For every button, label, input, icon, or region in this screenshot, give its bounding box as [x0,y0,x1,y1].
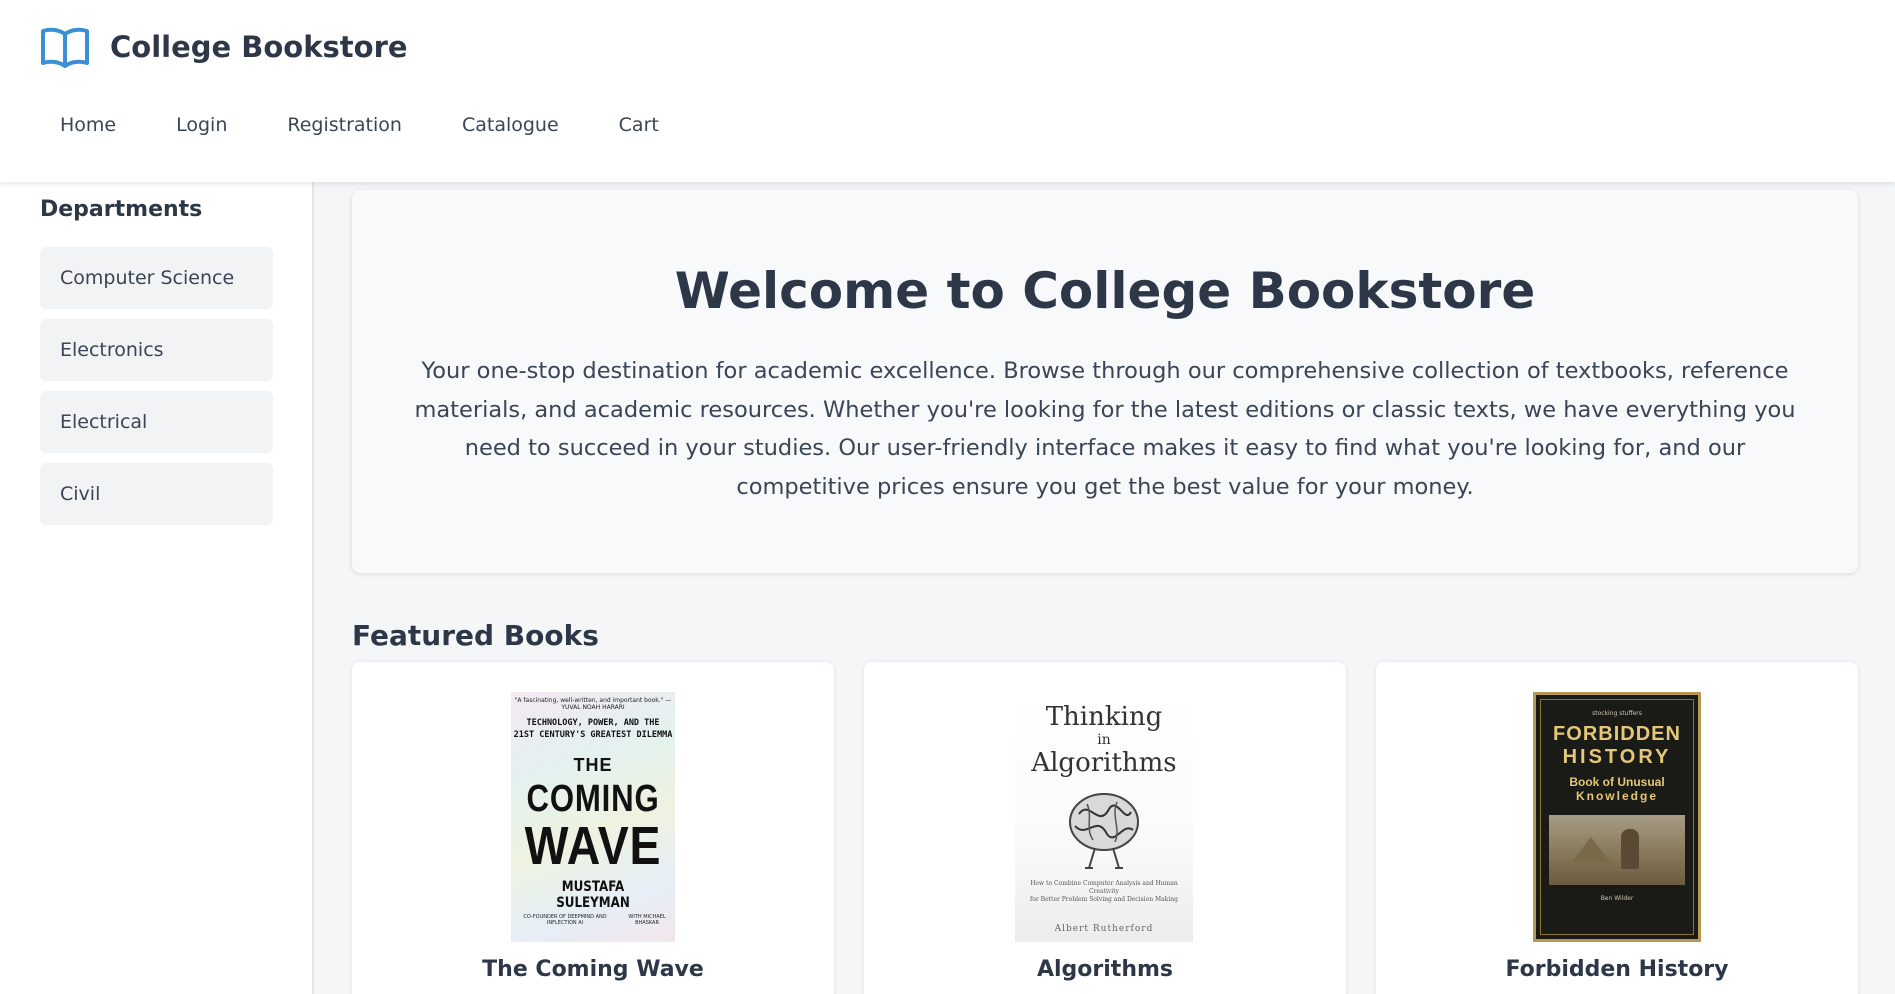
cover-title-line: FORBIDDEN [1553,723,1681,745]
cover-title-line: Algorithms [1031,748,1177,778]
sidebar-item-computer-science[interactable]: Computer Science [40,247,273,309]
sidebar-heading: Departments [40,197,203,222]
brand[interactable]: College Bookstore [40,26,408,68]
cover-frame: stocking stuffers FORBIDDEN HISTORY Book… [1540,699,1694,935]
main-content: Welcome to College Bookstore Your one-st… [314,182,1895,994]
nav-login[interactable]: Login [156,110,247,140]
cover-tagline: How to Combine Computer Analysis and Hum… [1015,880,1193,904]
cover-credit: CO-FOUNDER OF DEEPMIND AND INFLECTION AI [523,914,607,926]
book-cover[interactable]: "A fascinating, well-written, and import… [511,692,675,942]
cover-tagline-line: for Better Problem Solving and Decision … [1030,896,1178,903]
cover-illustration [1549,815,1685,885]
book-title[interactable]: The Coming Wave [352,957,834,982]
cover-title-line: WAVE [524,816,662,876]
cover-title-line: in [1097,732,1111,748]
cover-title-line: HISTORY [1562,746,1672,768]
book-cover[interactable]: Thinking in Algorithms How to Combine Co… [1015,692,1193,942]
figure-shape [1621,829,1639,869]
book-card-the-coming-wave[interactable]: "A fascinating, well-written, and import… [352,662,834,994]
sidebar-item-electrical[interactable]: Electrical [40,391,273,453]
cover-subtitle-line: TECHNOLOGY, POWER, AND THE [526,718,660,728]
main-nav: Home Login Registration Catalogue Cart [40,110,699,140]
cover-tagline-line: How to Combine Computer Analysis and Hum… [1030,880,1178,895]
brain-icon [1059,784,1149,874]
book-title[interactable]: Forbidden History [1376,957,1858,982]
open-book-icon [40,26,90,68]
welcome-hero: Welcome to College Bookstore Your one-st… [352,190,1858,573]
site-header: College Bookstore Home Login Registratio… [0,0,1895,182]
cover-subtitle: TECHNOLOGY, POWER, AND THE 21ST CENTURY'… [511,717,675,741]
cover-credit: WITH MICHAEL BHASKAR [628,914,666,926]
cover-subtitle-line: Knowledge [1575,789,1658,803]
book-cover[interactable]: stocking stuffers FORBIDDEN HISTORY Book… [1533,692,1701,942]
cover-title-line: THE [573,755,613,775]
cover-subtitle-line: Book of Unusual [1569,775,1665,789]
sidebar-item-civil[interactable]: Civil [40,463,273,525]
nav-catalogue[interactable]: Catalogue [442,110,579,140]
cover-credits: CO-FOUNDER OF DEEPMIND AND INFLECTION AI… [511,914,675,926]
sidebar-item-electronics[interactable]: Electronics [40,319,273,381]
hero-description: Your one-stop destination for academic e… [414,358,1796,500]
featured-heading: Featured Books [352,619,599,652]
department-list: Computer Science Electronics Electrical … [40,247,273,535]
book-title[interactable]: Algorithms [864,957,1346,982]
book-card-algorithms[interactable]: Thinking in Algorithms How to Combine Co… [864,662,1346,994]
cover-title-line: Thinking [1045,702,1163,732]
nav-home[interactable]: Home [40,110,136,140]
nav-cart[interactable]: Cart [599,110,679,140]
brand-title: College Bookstore [110,30,408,64]
cover-kicker: stocking stuffers [1592,710,1642,717]
hero-title: Welcome to College Bookstore [674,262,1536,320]
pyramid-shape [1571,837,1611,863]
book-card-forbidden-history[interactable]: stocking stuffers FORBIDDEN HISTORY Book… [1376,662,1858,994]
cover-subtitle-line: 21ST CENTURY'S GREATEST DILEMMA [513,730,673,740]
cover-author: MUSTAFA SULEYMAN [556,879,630,911]
cover-author: Albert Rutherford [1054,924,1154,934]
cover-quote: "A fascinating, well-written, and import… [514,697,672,711]
nav-registration[interactable]: Registration [267,110,422,140]
sidebar: Departments Computer Science Electronics… [0,182,314,994]
featured-books: "A fascinating, well-written, and import… [352,662,1858,994]
cover-author: Ben Wilder [1600,895,1634,902]
